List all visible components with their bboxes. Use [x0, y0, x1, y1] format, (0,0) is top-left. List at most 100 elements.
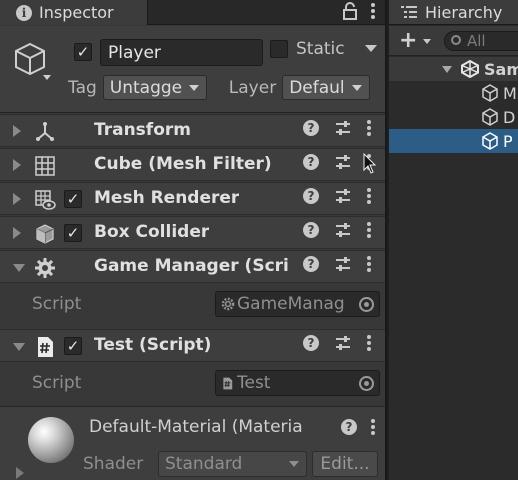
mouse-cursor-icon [363, 153, 377, 174]
help-icon[interactable]: ? [303, 256, 319, 272]
presets-icon[interactable] [335, 256, 351, 272]
gameobject-cube-icon [482, 108, 498, 126]
component-tools: ? [303, 256, 371, 272]
foldout-arrow-icon[interactable] [13, 264, 25, 272]
mesh-renderer-icon [35, 190, 56, 210]
scene-row[interactable]: Sam [389, 57, 518, 81]
chevron-down-icon [188, 85, 199, 91]
layer-label: Layer [228, 77, 277, 98]
hierarchy-tab[interactable]: Hierarchy [389, 0, 518, 25]
foldout-arrow-icon[interactable] [13, 159, 21, 171]
component-game-manager[interactable]: Game Manager (Scrip ? [0, 250, 385, 283]
component-tools: ? [303, 154, 371, 170]
hierarchy-item-label: D [503, 107, 516, 127]
presets-icon[interactable] [335, 154, 351, 170]
script-field-value: Test [237, 373, 271, 393]
foldout-arrow-icon[interactable] [442, 65, 452, 73]
foldout-arrow-icon[interactable] [13, 193, 21, 205]
component-tools: ? [303, 335, 371, 351]
chevron-down-icon[interactable] [423, 39, 431, 44]
script-object-field[interactable]: GameManag [215, 291, 380, 317]
presets-icon[interactable] [335, 188, 351, 204]
component-box-collider[interactable]: ✓ Box Collider ? [0, 216, 385, 249]
component-name: Cube (Mesh Filter) [94, 154, 272, 174]
help-icon[interactable]: ? [303, 188, 319, 204]
presets-icon[interactable] [335, 120, 351, 136]
help-icon[interactable]: ? [341, 419, 357, 435]
name-field[interactable]: Player [100, 39, 263, 66]
component-transform[interactable]: Transform ? [0, 114, 385, 147]
layer-dropdown[interactable]: Defaul [282, 75, 371, 100]
kebab-menu-icon[interactable] [367, 256, 371, 272]
component-tools: ? [303, 120, 371, 136]
hierarchy-item[interactable]: D [389, 105, 518, 129]
script-field-label: Script [32, 373, 82, 393]
object-picker-icon[interactable] [359, 297, 374, 312]
material-name: Default-Material (Materia [89, 417, 303, 437]
add-button[interactable]: + [399, 28, 417, 53]
static-label: Static [296, 39, 345, 59]
kebab-menu-icon[interactable] [371, 2, 375, 20]
inspector-tab[interactable]: i Inspector [0, 0, 148, 25]
chevron-down-icon [352, 85, 363, 91]
script-hash-icon [223, 377, 233, 389]
hierarchy-toolbar: + All [389, 26, 518, 56]
tag-value: Untagge [109, 77, 183, 98]
script-object-field[interactable]: Test [215, 370, 380, 396]
layer-value: Defaul [289, 77, 345, 98]
hierarchy-list-icon [401, 6, 417, 18]
enabled-checkbox[interactable]: ✓ [64, 224, 82, 242]
script-field-label: Script [32, 294, 82, 314]
component-name: Mesh Renderer [94, 188, 240, 208]
foldout-arrow-icon[interactable] [13, 227, 21, 239]
inspector-tab-tools [343, 2, 375, 20]
kebab-menu-icon[interactable] [367, 335, 371, 351]
lock-icon[interactable] [343, 2, 357, 20]
static-checkbox[interactable] [270, 40, 288, 58]
enabled-checkbox[interactable]: ✓ [64, 337, 82, 355]
gameobject-header: ✓ Player Static Tag Untagge Layer Defaul [0, 26, 385, 113]
hierarchy-search-input[interactable]: All [444, 31, 518, 51]
hierarchy-item-label: M [503, 83, 517, 103]
component-test-script[interactable]: ✓ Test (Script) ? [0, 329, 385, 362]
hierarchy-item-selected[interactable]: P [389, 129, 518, 153]
search-icon [451, 35, 461, 45]
scene-name: Sam [484, 59, 518, 79]
inspector-panel: i Inspector ✓ Player Static Tag Untagge … [0, 0, 387, 480]
kebab-menu-icon[interactable] [367, 188, 371, 204]
foldout-arrow-icon[interactable] [13, 125, 21, 137]
help-icon[interactable]: ? [303, 222, 319, 238]
kebab-menu-icon[interactable] [367, 222, 371, 238]
gameobject-cube-icon[interactable] [12, 40, 52, 80]
component-name: Test (Script) [94, 335, 212, 355]
foldout-arrow-icon[interactable] [13, 343, 25, 351]
object-picker-icon[interactable] [359, 376, 374, 391]
hierarchy-item[interactable]: M [389, 81, 518, 105]
tag-dropdown[interactable]: Untagge [102, 75, 207, 100]
kebab-menu-icon[interactable] [371, 419, 375, 435]
gear-icon [35, 258, 55, 278]
shader-dropdown[interactable]: Standard [158, 451, 307, 477]
help-icon[interactable]: ? [303, 120, 319, 136]
active-checkbox[interactable]: ✓ [74, 43, 92, 61]
component-mesh-renderer[interactable]: ✓ Mesh Renderer ? [0, 182, 385, 215]
foldout-arrow-icon[interactable] [16, 467, 24, 479]
component-tools: ? [303, 222, 371, 238]
mesh-filter-icon [35, 156, 55, 176]
component-tools: ? [303, 188, 371, 204]
shader-label: Shader [83, 454, 144, 474]
script-hash-icon [38, 337, 53, 357]
kebab-menu-icon[interactable] [367, 120, 371, 136]
static-dropdown-caret[interactable] [365, 45, 377, 52]
unity-scene-icon [461, 60, 479, 78]
shader-edit-button[interactable]: Edit... [312, 451, 378, 477]
component-name: Box Collider [94, 222, 210, 242]
presets-icon[interactable] [335, 335, 351, 351]
box-collider-icon [36, 224, 54, 244]
presets-icon[interactable] [335, 222, 351, 238]
enabled-checkbox[interactable]: ✓ [64, 190, 82, 208]
component-mesh-filter[interactable]: Cube (Mesh Filter) ? [0, 148, 385, 181]
help-icon[interactable]: ? [303, 335, 319, 351]
help-icon[interactable]: ? [303, 154, 319, 170]
chevron-down-icon [289, 461, 299, 467]
